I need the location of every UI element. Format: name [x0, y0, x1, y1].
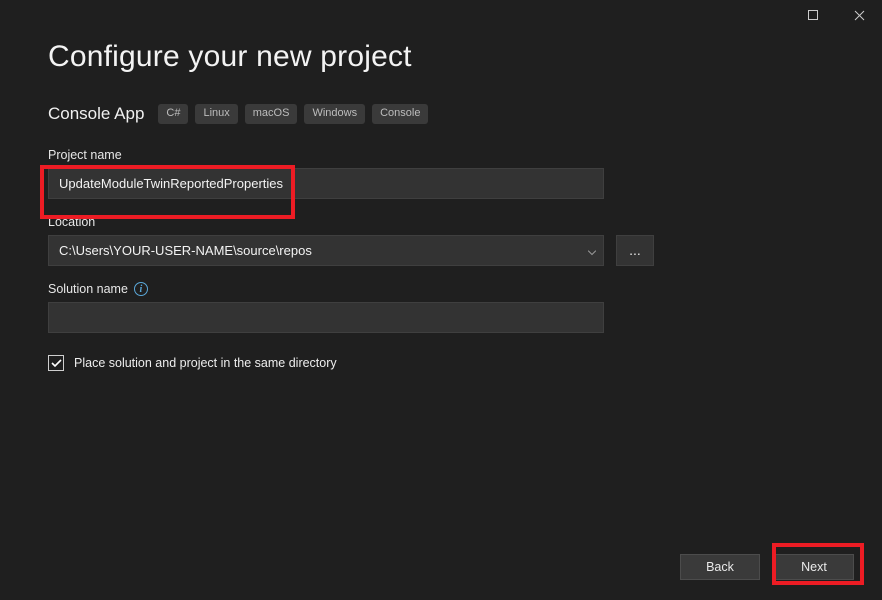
location-label: Location [48, 215, 834, 229]
wizard-buttons: Back Next [680, 554, 854, 580]
maximize-button[interactable] [790, 0, 836, 30]
page-title: Configure your new project [48, 40, 834, 74]
solution-name-label: Solution name i [48, 282, 834, 296]
same-directory-checkbox[interactable]: Place solution and project in the same d… [48, 355, 834, 371]
info-icon[interactable]: i [134, 282, 148, 296]
tag: Linux [195, 104, 237, 123]
template-tags: C# Linux macOS Windows Console [158, 104, 428, 123]
back-button[interactable]: Back [680, 554, 760, 580]
template-row: Console App C# Linux macOS Windows Conso… [48, 104, 834, 124]
location-input[interactable] [48, 235, 604, 266]
checkbox-icon [48, 355, 64, 371]
tag: Windows [304, 104, 365, 123]
project-name-input[interactable] [48, 168, 604, 199]
same-directory-label: Place solution and project in the same d… [74, 356, 337, 370]
browse-button[interactable]: ... [616, 235, 654, 266]
solution-name-input[interactable] [48, 302, 604, 333]
next-button[interactable]: Next [774, 554, 854, 580]
project-name-label: Project name [48, 148, 834, 162]
tag: Console [372, 104, 428, 123]
window-controls [790, 0, 882, 30]
tag: C# [158, 104, 188, 123]
close-button[interactable] [836, 0, 882, 30]
template-name: Console App [48, 104, 144, 124]
tag: macOS [245, 104, 298, 123]
solution-name-label-text: Solution name [48, 282, 128, 296]
